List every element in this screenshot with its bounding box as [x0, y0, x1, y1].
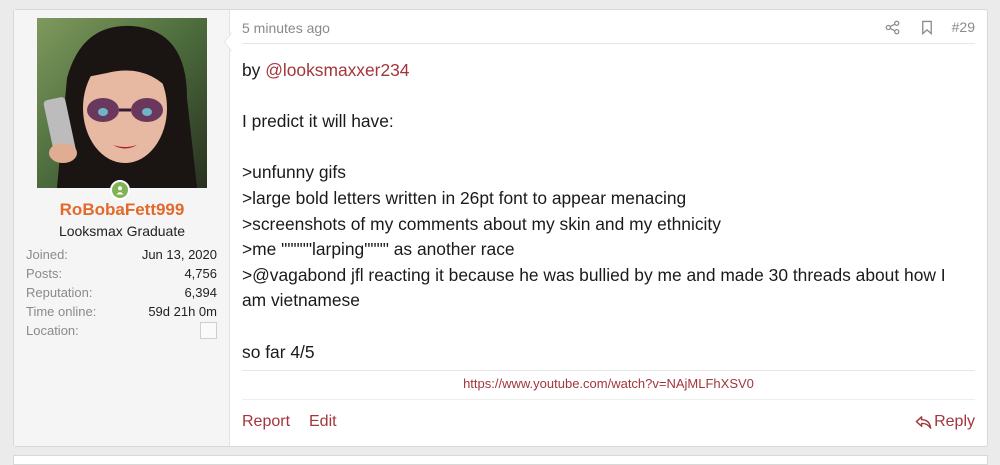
stat-value: Jun 13, 2020 [141, 247, 217, 262]
message-header: 5 minutes ago #29 [242, 10, 975, 44]
stat-value: 59d 21h 0m [148, 304, 217, 319]
divider [242, 399, 975, 400]
stat-joined: Joined: Jun 13, 2020 [26, 245, 217, 264]
body-line: am vietnamese [242, 290, 360, 311]
user-title: Looksmax Graduate [58, 223, 186, 239]
user-mention[interactable]: @looksmaxxer234 [265, 60, 409, 80]
stat-location: Location: [26, 321, 217, 340]
location-flag-placeholder [200, 321, 217, 340]
avatar[interactable] [37, 18, 207, 188]
body-line: >unfunny gifs [242, 162, 346, 183]
stat-value: 4,756 [184, 266, 217, 281]
post-timestamp[interactable]: 5 minutes ago [242, 20, 330, 36]
youtube-link[interactable]: https://www.youtube.com/watch?v=NAjMLFhX… [242, 376, 975, 391]
username-link[interactable]: RoBobaFett999 [14, 200, 230, 220]
message-arrow-inner [225, 33, 232, 51]
stat-label: Posts: [26, 266, 63, 281]
user-stats: Joined: Jun 13, 2020 Posts: 4,756 Reputa… [26, 245, 217, 340]
reply-button[interactable]: Reply [915, 413, 975, 431]
stat-label: Location: [26, 323, 79, 338]
post-card: RoBobaFett999 Looksmax Graduate Joined: … [13, 9, 988, 447]
divider [242, 370, 975, 371]
online-status-indicator [110, 180, 130, 200]
stat-label: Time online: [26, 304, 97, 319]
by-prefix: by [242, 60, 266, 80]
body-line: >screenshots of my comments about my ski… [242, 213, 721, 234]
message-main: 5 minutes ago #29 by @looksmaxxer234 I p… [242, 10, 987, 446]
bookmark-icon[interactable] [918, 18, 936, 36]
quote-attribution: by @looksmaxxer234 [242, 58, 982, 84]
body-line: >large bold letters written in 26pt font… [242, 187, 687, 208]
body-line: I predict it will have: [242, 111, 394, 132]
stat-time-online: Time online: 59d 21h 0m [26, 302, 217, 321]
location-box [200, 322, 217, 339]
stat-label: Reputation: [26, 285, 93, 300]
stat-posts: Posts: 4,756 [26, 264, 217, 283]
avatar-container [37, 18, 207, 200]
user-sidebar: RoBobaFett999 Looksmax Graduate Joined: … [14, 10, 230, 446]
body-line: >@vagabond jfl reacting it because he wa… [242, 264, 946, 285]
next-post-card [13, 455, 988, 465]
post-number-link[interactable]: #29 [952, 19, 975, 35]
report-button[interactable]: Report [242, 413, 290, 431]
body-line: >me """""larping"""" as another race [242, 239, 515, 260]
edit-button[interactable]: Edit [309, 413, 337, 431]
body-line: so far 4/5 [242, 341, 315, 362]
reply-arrow-icon [915, 415, 932, 429]
share-icon[interactable] [884, 18, 902, 36]
header-actions: #29 [884, 18, 975, 36]
online-dot-icon [112, 182, 128, 198]
stat-label: Joined: [26, 247, 68, 262]
message-footer: Report Edit Reply [242, 413, 975, 435]
stat-value: 6,394 [184, 285, 217, 300]
stat-reputation: Reputation: 6,394 [26, 283, 217, 302]
reply-label: Reply [934, 413, 975, 430]
message-body: by @looksmaxxer234 I predict it will hav… [242, 58, 982, 365]
